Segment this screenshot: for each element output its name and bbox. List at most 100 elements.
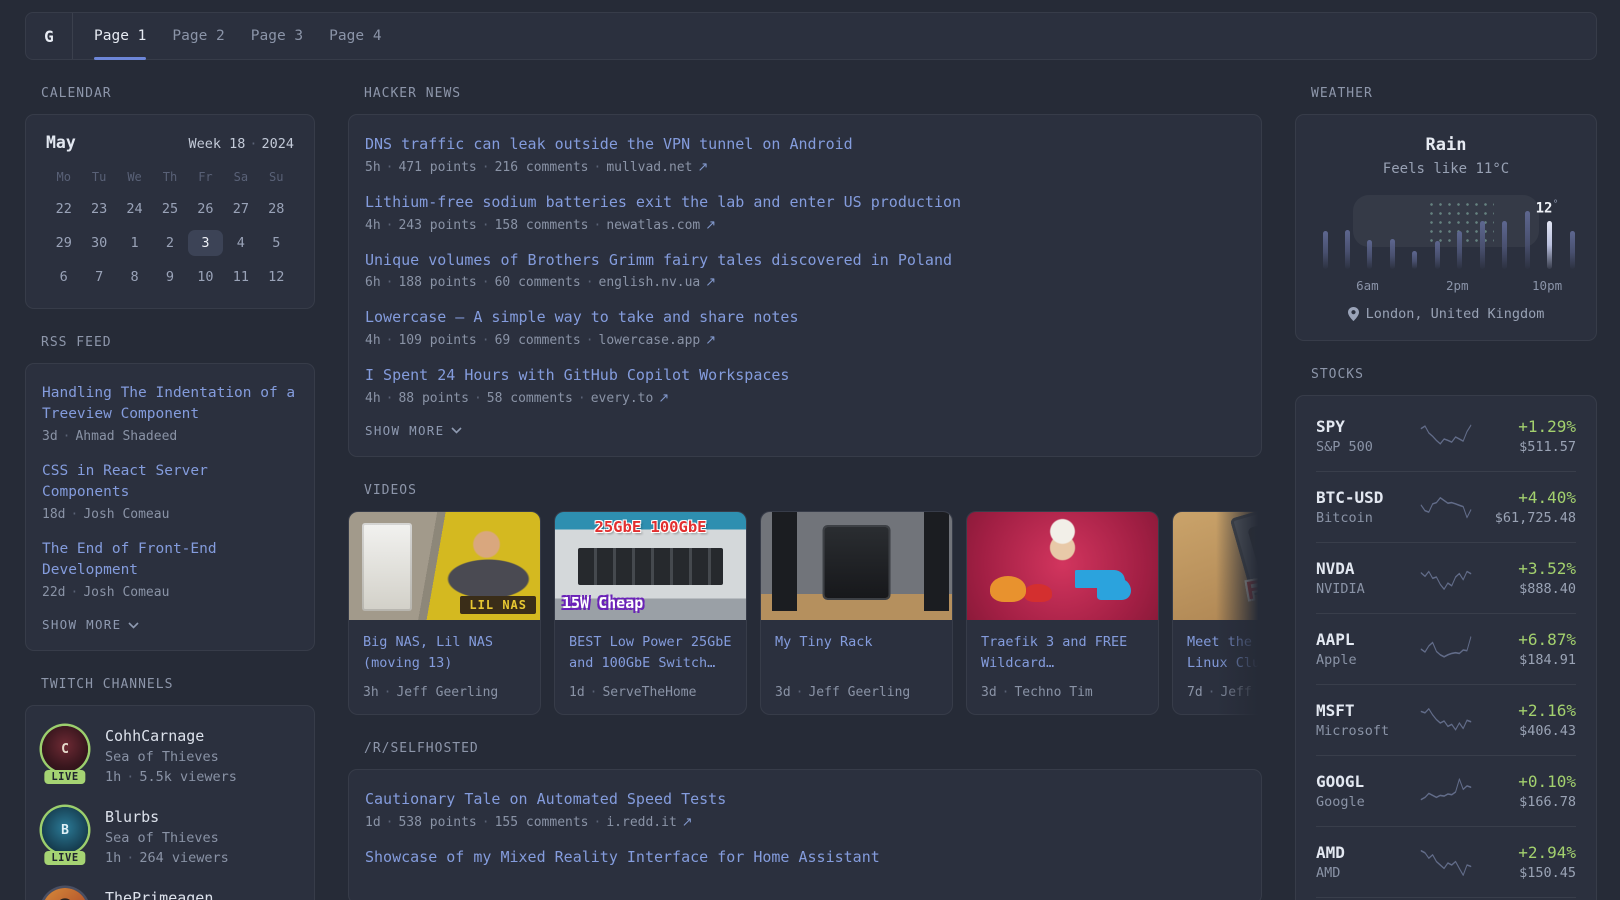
video-title-link[interactable]: BEST Low Power 25GbE and 100GbE Switch…	[569, 632, 732, 676]
feed-item-title-link[interactable]: I Spent 24 Hours with GitHub Copilot Wor…	[365, 365, 1245, 387]
stock-values: +0.10% $166.78	[1472, 772, 1576, 810]
stock-row[interactable]: SPY S&P 500 +1.29% $511.57	[1316, 401, 1576, 471]
feed-item-title-link[interactable]: Lowercase – A simple way to take and sha…	[365, 307, 1245, 329]
item-domain-link[interactable]: i.redd.it	[606, 815, 676, 830]
stock-row[interactable]: GOOGL Google +0.10% $166.78	[1316, 755, 1576, 826]
rss-item: CSS in React Server Components 18d · Josh …	[42, 461, 298, 522]
video-channel-link[interactable]: ServeTheHome	[602, 685, 696, 700]
feed-item: Showcase of my Mixed Reality Interface f…	[365, 847, 1245, 869]
item-comments-link[interactable]: 155 comments	[495, 815, 589, 830]
calendar-day: 4	[236, 235, 245, 251]
weather-location-label: London, United Kingdom	[1365, 306, 1545, 322]
video-thumbnail[interactable]	[761, 511, 952, 620]
stock-row[interactable]: NVDA NVIDIA +3.52% $888.40	[1316, 542, 1576, 613]
feed-item-title-link[interactable]: Cautionary Tale on Automated Speed Tests	[365, 789, 1245, 811]
tab-page-3[interactable]: Page 3	[238, 13, 316, 59]
app-logo[interactable]: G	[26, 13, 73, 59]
external-link-icon: ↗	[681, 814, 693, 830]
feed-item-title-link[interactable]: DNS traffic can leak outside the VPN tun…	[365, 134, 1245, 156]
item-comments-link[interactable]: 58 comments	[487, 391, 573, 406]
hn-show-more-button[interactable]: SHOW MORE	[365, 423, 1245, 438]
video-card[interactable]: LIL NAS Big NAS, Lil NAS (moving 13) 3h ·…	[348, 510, 541, 715]
video-title-link[interactable]: Traefik 3 and FREE Wildcard…	[981, 632, 1144, 676]
separator-dot: ·	[1207, 684, 1216, 700]
tab-page-1[interactable]: Page 1	[81, 13, 159, 60]
item-comments-link[interactable]: 158 comments	[495, 218, 589, 233]
hn-section-title: HACKER NEWS	[364, 86, 462, 101]
separator-dot: ·	[577, 390, 586, 406]
separator-dot: ·	[126, 769, 135, 786]
video-meta: 7d· Jeff Geerling	[1187, 685, 1262, 700]
video-thumbnail[interactable]: 25GbE 100GbE 15W Cheap	[555, 511, 746, 620]
stock-name: S&P 500	[1316, 439, 1373, 455]
video-thumbnail[interactable]: FAS	[1173, 511, 1262, 620]
separator-dot: ·	[385, 814, 394, 830]
separator-dot: ·	[126, 850, 135, 867]
item-comments-link[interactable]: 69 comments	[495, 333, 581, 348]
video-card[interactable]: My Tiny Rack 3d · Jeff Geerling	[760, 510, 953, 715]
item-domain-link[interactable]: every.to	[591, 391, 654, 406]
calendar-day: 30	[91, 235, 108, 251]
twitch-channel-row[interactable]: ThePrimeagen ·	[42, 888, 298, 900]
separator-dot: ·	[481, 275, 490, 291]
channel-name-link[interactable]: ThePrimeagen	[105, 888, 213, 900]
rss-item-title-link[interactable]: The End of Front-End Development	[42, 539, 298, 581]
external-link-icon: ↗	[705, 217, 717, 233]
video-channel-link[interactable]: Jeff Geerling	[1220, 685, 1262, 700]
video-info: My Tiny Rack 3d · Jeff Geerling	[761, 620, 952, 714]
feed-item-title-link[interactable]: Lithium-free sodium batteries exit the l…	[365, 192, 1245, 214]
video-card[interactable]: Traefik 3 and FREE Wildcard… 3d · Techno T…	[966, 510, 1159, 715]
channel-name-link[interactable]: CohhCarnage	[105, 726, 237, 745]
stock-row[interactable]: MSFT Microsoft +2.16% $406.43	[1316, 684, 1576, 755]
stock-identity: GOOGL Google	[1316, 772, 1420, 810]
item-domain-link[interactable]: newatlas.com	[606, 218, 700, 233]
stock-ticker: SPY	[1316, 417, 1345, 436]
stock-change: +2.16%	[1518, 701, 1576, 720]
stock-ticker: AAPL	[1316, 630, 1355, 649]
item-domain-link[interactable]: english.nv.ua	[599, 275, 701, 290]
item-domain-link[interactable]: mullvad.net	[606, 160, 692, 175]
separator-dot: ·	[70, 507, 79, 523]
video-title-link[interactable]: My Tiny Rack	[775, 632, 938, 676]
channel-name-link[interactable]: Blurbs	[105, 807, 229, 826]
video-channel-link[interactable]: Jeff Geerling	[396, 685, 498, 700]
feed-item-title-link[interactable]: Unique volumes of Brothers Grimm fairy t…	[365, 250, 1245, 272]
stock-sparkline	[1420, 570, 1472, 591]
video-channel-link[interactable]: Techno Tim	[1014, 685, 1092, 700]
video-channel-link[interactable]: Jeff Geerling	[808, 685, 910, 700]
stream-uptime: 1h	[105, 769, 122, 786]
item-author: Josh Comeau	[83, 507, 170, 523]
item-comments-link[interactable]: 60 comments	[495, 275, 581, 290]
video-title-link[interactable]: Meet the newest Linux Cluster	[1187, 632, 1262, 676]
rss-item-title-link[interactable]: Handling The Indentation of a Treeview C…	[42, 383, 298, 425]
twitch-channel-row[interactable]: B LIVE Blurbs Sea of Thieves 1h · 264 view…	[42, 807, 298, 866]
feed-item-meta: 4h · 109 points · 69 comments · lowercase.app ↗	[365, 333, 1245, 348]
calendar-day-header: Mo	[56, 170, 71, 184]
tab-page-4[interactable]: Page 4	[316, 13, 394, 59]
weather-feels-like: Feels like 11°C	[1382, 161, 1510, 177]
video-thumbnail[interactable]: LIL NAS	[349, 511, 540, 620]
stock-row[interactable]: AMD AMD +2.94% $150.45	[1316, 826, 1576, 897]
rss-show-more-button[interactable]: SHOW MORE	[42, 617, 298, 632]
item-age: 22d	[42, 585, 66, 601]
rss-item-title-link[interactable]: CSS in React Server Components	[42, 461, 298, 503]
video-info: Traefik 3 and FREE Wildcard… 3d · Techno T…	[967, 620, 1158, 714]
calendar-day-header: Th	[162, 170, 178, 184]
feed-item-title-link[interactable]: Showcase of my Mixed Reality Interface f…	[365, 847, 1245, 869]
calendar-day-header: Su	[269, 170, 284, 184]
video-title-link[interactable]: Big NAS, Lil NAS (moving 13)	[363, 632, 526, 676]
calendar-day: 25	[161, 201, 179, 217]
twitch-channel-row[interactable]: C LIVE CohhCarnage Sea of Thieves 1h · 5.5…	[42, 726, 298, 785]
weather-hourly-chart: 6am 2pm 10pm 12°	[1320, 193, 1575, 293]
stock-change: +1.29%	[1518, 417, 1576, 436]
video-card[interactable]: FAS Meet the newest Linux Cluster 7d· Jef…	[1172, 510, 1262, 715]
video-card[interactable]: 25GbE 100GbE 15W Cheap BEST Low Power 25…	[554, 510, 747, 715]
video-thumbnail[interactable]	[967, 511, 1158, 620]
stock-row[interactable]: AAPL Apple +6.87% $184.91	[1316, 613, 1576, 684]
item-comments-link[interactable]: 216 comments	[495, 160, 589, 175]
item-domain-link[interactable]: lowercase.app	[599, 333, 701, 348]
calendar-day: 5	[272, 235, 281, 251]
stock-price: $511.57	[1519, 439, 1576, 455]
stock-row[interactable]: BTC-USD Bitcoin +4.40% $61,725.48	[1316, 471, 1576, 542]
tab-page-2[interactable]: Page 2	[159, 13, 237, 59]
